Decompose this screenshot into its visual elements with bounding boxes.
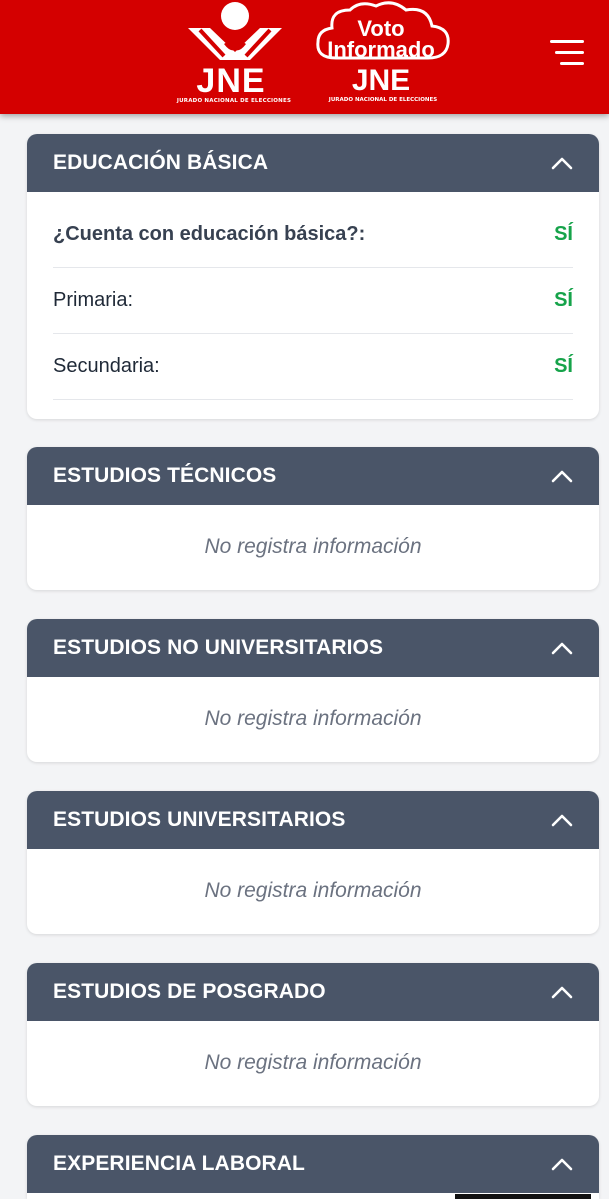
- empty-message: No registra información: [204, 879, 422, 902]
- row-label: Primaria:: [53, 289, 134, 311]
- card-title: ESTUDIOS NO UNIVERSITARIOS: [53, 636, 384, 659]
- voto-logo-line2: Informado: [327, 37, 435, 62]
- card-header-educacion-basica[interactable]: EDUCACIÓN BÁSICA: [27, 134, 599, 192]
- chevron-up-icon[interactable]: [551, 1157, 573, 1171]
- card-header-estudios-de-posgrado[interactable]: ESTUDIOS DE POSGRADO: [27, 963, 599, 1021]
- chevron-up-icon[interactable]: [551, 156, 573, 170]
- voto-logo-subtitle: JURADO NACIONAL DE ELECCIONES: [328, 97, 438, 103]
- jne-emblem-icon: [188, 2, 282, 60]
- jne-logo[interactable]: JNE JURADO NACIONAL DE ELECCIONES: [176, 0, 292, 110]
- empty-message: No registra información: [204, 707, 422, 730]
- row-value: SÍ: [554, 289, 573, 311]
- jne-logo-text: JNE: [196, 62, 266, 100]
- card-header-estudios-tecnicos[interactable]: ESTUDIOS TÉCNICOS: [27, 447, 599, 505]
- card-title: ESTUDIOS TÉCNICOS: [53, 464, 277, 487]
- card-educacion-basica: EDUCACIÓN BÁSICA ¿Cuenta con educación b…: [27, 134, 599, 419]
- card-estudios-universitarios: ESTUDIOS UNIVERSITARIOS No registra info…: [27, 791, 599, 934]
- chevron-up-icon[interactable]: [551, 469, 573, 483]
- row-value: SÍ: [554, 355, 573, 377]
- top-header: JNE JURADO NACIONAL DE ELECCIONES Voto I…: [0, 0, 609, 114]
- row-label: ¿Cuenta con educación básica?:: [53, 223, 366, 245]
- card-title: ESTUDIOS DE POSGRADO: [53, 980, 326, 1003]
- empty-message: No registra información: [204, 535, 422, 558]
- voto-informado-logo[interactable]: Voto Informado JNE JURADO NACIONAL DE EL…: [310, 0, 456, 110]
- card-header-estudios-no-universitarios[interactable]: ESTUDIOS NO UNIVERSITARIOS: [27, 619, 599, 677]
- card-title: EXPERIENCIA LABORAL: [53, 1152, 305, 1175]
- list-item: Primaria: SÍ: [53, 268, 573, 334]
- card-estudios-tecnicos: ESTUDIOS TÉCNICOS No registra informació…: [27, 447, 599, 590]
- card-estudios-de-posgrado: ESTUDIOS DE POSGRADO No registra informa…: [27, 963, 599, 1106]
- voto-logo-jne: JNE: [351, 64, 411, 97]
- chevron-up-icon[interactable]: [551, 985, 573, 999]
- hamburger-menu-icon[interactable]: [550, 38, 584, 68]
- card-experiencia-laboral: EXPERIENCIA LABORAL: [27, 1135, 599, 1199]
- row-value: SÍ: [554, 223, 573, 245]
- card-title: ESTUDIOS UNIVERSITARIOS: [53, 808, 346, 831]
- card-header-experiencia-laboral[interactable]: EXPERIENCIA LABORAL: [27, 1135, 599, 1193]
- card-header-estudios-universitarios[interactable]: ESTUDIOS UNIVERSITARIOS: [27, 791, 599, 849]
- row-label: Secundaria:: [53, 355, 160, 377]
- chevron-up-icon[interactable]: [551, 813, 573, 827]
- bottom-bar: [455, 1194, 591, 1199]
- card-estudios-no-universitarios: ESTUDIOS NO UNIVERSITARIOS No registra i…: [27, 619, 599, 762]
- jne-logo-subtitle: JURADO NACIONAL DE ELECCIONES: [176, 98, 292, 104]
- empty-message: No registra información: [204, 1051, 422, 1074]
- card-title: EDUCACIÓN BÁSICA: [53, 151, 269, 174]
- list-item: Secundaria: SÍ: [53, 334, 573, 400]
- list-item: ¿Cuenta con educación básica?: SÍ: [53, 202, 573, 268]
- chevron-up-icon[interactable]: [551, 641, 573, 655]
